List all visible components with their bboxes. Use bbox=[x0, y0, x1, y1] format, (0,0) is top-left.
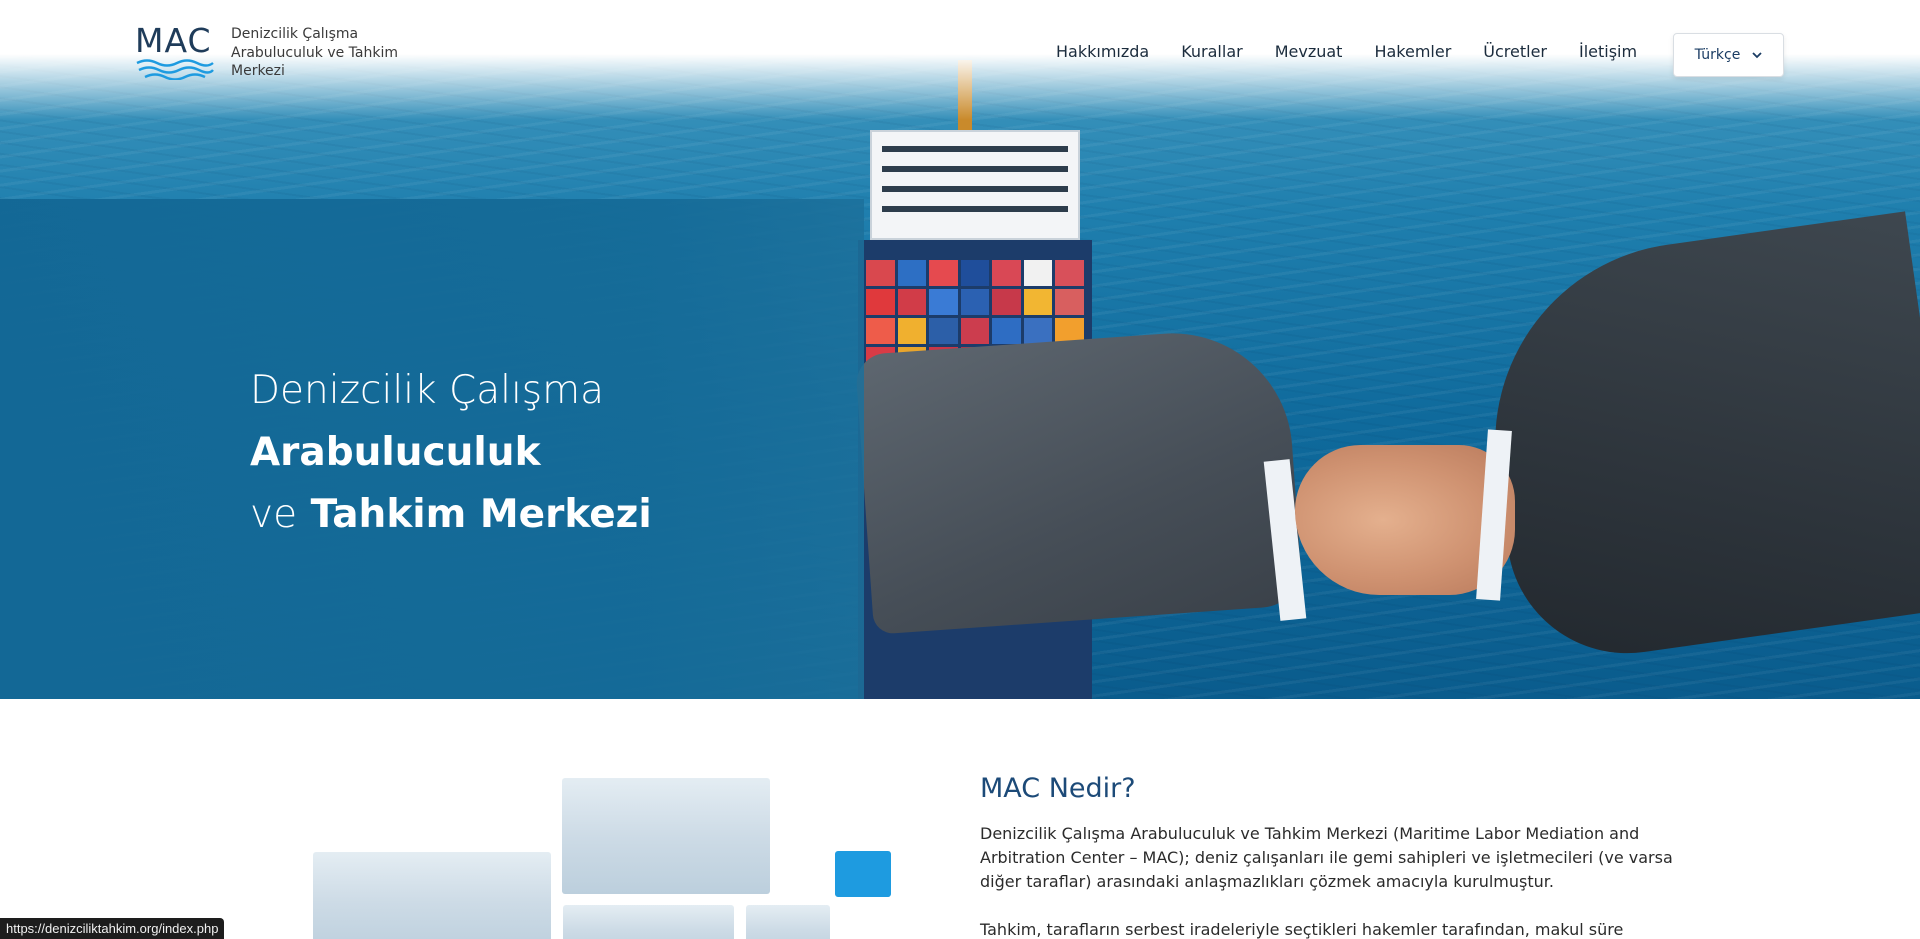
chevron-down-icon bbox=[1752, 51, 1762, 58]
main-navigation: Hakkımızda Kurallar Mevzuat Hakemler Ücr… bbox=[1056, 42, 1637, 61]
hero-title-line3-bold: Tahkim Merkezi bbox=[310, 492, 652, 537]
collage-image bbox=[563, 905, 734, 939]
nav-item-legislation[interactable]: Mevzuat bbox=[1275, 42, 1343, 61]
collage-image bbox=[562, 778, 770, 894]
nav-item-rules[interactable]: Kurallar bbox=[1181, 42, 1243, 61]
hero-title: Denizcilik Çalışma Arabuluculuk ve Tahki… bbox=[250, 360, 810, 546]
hero-title-line3-prefix: ve bbox=[250, 492, 298, 537]
logo-text-line1: Denizcilik Çalışma bbox=[231, 26, 359, 42]
language-select-value: Türkçe bbox=[1694, 47, 1741, 63]
about-title: MAC Nedir? bbox=[980, 773, 1136, 804]
collage-image bbox=[746, 905, 830, 939]
about-paragraph: Tahkim, tarafların serbest iradeleriyle … bbox=[980, 920, 1624, 939]
nav-item-about[interactable]: Hakkımızda bbox=[1056, 42, 1149, 61]
decorative-blue-square bbox=[835, 851, 891, 897]
about-paragraph: Denizcilik Çalışma Arabuluculuk ve Tahki… bbox=[980, 824, 1673, 891]
logo-text-line3: Merkezi bbox=[231, 63, 285, 79]
site-header: MAC Denizcilik Çalışma Arabuluculuk ve T… bbox=[0, 0, 1920, 100]
language-select[interactable]: Türkçe bbox=[1673, 33, 1784, 77]
nav-item-contact[interactable]: İletişim bbox=[1579, 42, 1637, 61]
site-logo[interactable]: MAC Denizcilik Çalışma Arabuluculuk ve T… bbox=[135, 24, 406, 84]
logo-text: Denizcilik Çalışma Arabuluculuk ve Tahki… bbox=[231, 25, 406, 81]
nav-item-fees[interactable]: Ücretler bbox=[1483, 42, 1547, 61]
about-description: Denizcilik Çalışma Arabuluculuk ve Tahki… bbox=[980, 822, 1700, 939]
logo-mark: MAC bbox=[135, 24, 215, 84]
hero-banner: Denizcilik Çalışma Arabuluculuk ve Tahki… bbox=[0, 0, 1920, 699]
browser-status-url: https://denizciliktahkim.org/index.php bbox=[0, 918, 225, 939]
about-image-collage bbox=[300, 778, 900, 939]
handshake-left-arm bbox=[854, 325, 1304, 635]
nav-item-arbitrators[interactable]: Hakemler bbox=[1374, 42, 1451, 61]
logo-abbreviation: MAC bbox=[135, 21, 212, 60]
hero-title-line2: Arabuluculuk bbox=[250, 430, 541, 475]
waves-icon bbox=[136, 59, 214, 80]
collage-image bbox=[313, 852, 551, 939]
logo-text-line2: Arabuluculuk ve Tahkim bbox=[231, 44, 398, 61]
hero-title-line1: Denizcilik Çalışma bbox=[250, 368, 604, 413]
ship-bridge bbox=[870, 130, 1080, 240]
